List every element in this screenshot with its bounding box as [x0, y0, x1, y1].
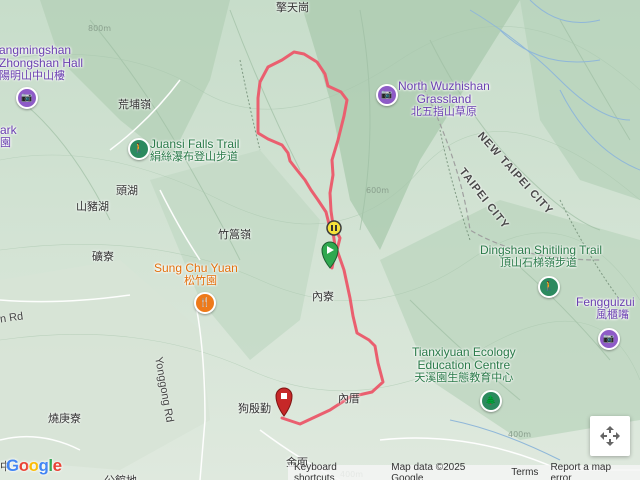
place-shaogengliao[interactable]: 燒庚寮: [48, 410, 81, 426]
poi-park-name-zh: 園: [0, 137, 11, 149]
elevation-label-800: 800m: [88, 24, 112, 33]
poi-juansi-name: Juansi Falls Trail: [150, 137, 240, 151]
poi-tianxiyuan-label[interactable]: Tianxiyuan Ecology Education Centre 天溪園生…: [412, 346, 516, 385]
poi-tianxiyuan-name1: Tianxiyuan Ecology: [412, 345, 516, 359]
poi-dingshan-label[interactable]: Dingshan Shitiling Trail 頂山石梯嶺步道: [480, 244, 602, 270]
poi-north-wuzhishan-name1: North Wuzhishan: [398, 79, 490, 93]
place-zhuhaoling[interactable]: 竹篙嶺: [218, 226, 251, 242]
logo-letter-o2: o: [28, 456, 39, 475]
camera-icon-fengguizui[interactable]: 📷: [598, 328, 620, 350]
hiker-icon[interactable]: 🚶: [128, 138, 150, 160]
fork-knife-icon[interactable]: 🍴: [194, 292, 216, 314]
place-gongguandi[interactable]: 公館地: [104, 472, 137, 480]
logo-letter-g: G: [6, 456, 19, 475]
fork-knife-glyph: 🍴: [199, 298, 211, 308]
poi-zhongshan-hall-name1: angmingshan: [0, 43, 72, 57]
report-error-link[interactable]: Report a map error: [544, 462, 640, 480]
terrain-layer: [0, 0, 640, 480]
hiker-icon-dingshan[interactable]: 🚶: [538, 276, 560, 298]
fullscreen-icon: [600, 426, 620, 446]
camera-icon[interactable]: 📷: [16, 87, 38, 109]
place-shanzhuhu[interactable]: 山豬湖: [76, 198, 109, 214]
place-gouyinqin[interactable]: 狗殷勤: [238, 400, 271, 416]
place-qingtiangang[interactable]: 擎天崗: [276, 0, 309, 15]
place-neiliao[interactable]: 內寮: [312, 288, 334, 304]
poi-sungchu-label[interactable]: Sung Chu Yuan 松竹園: [154, 262, 238, 288]
logo-letter-g2: g: [38, 456, 49, 475]
tree-icon[interactable]: 🌲: [480, 390, 502, 412]
logo-letter-e: e: [52, 456, 62, 475]
poi-dingshan-name-zh: 頂山石梯嶺步道: [500, 257, 577, 269]
google-logo: Google: [6, 456, 62, 476]
pause-marker: [326, 220, 342, 236]
camera-glyph-2: 📷: [381, 90, 393, 100]
poi-tianxiyuan-name-zh: 天溪園生態教育中心: [414, 372, 514, 384]
map-data-attribution: Map data ©2025 Google: [391, 461, 466, 480]
hiker-glyph: 🚶: [133, 144, 145, 154]
poi-tianxiyuan-name2: Education Centre: [417, 358, 511, 372]
poi-zhongshan-hall-name-zh: 陽明山中山樓: [0, 70, 65, 82]
poi-north-wuzhishan-name2: Grassland: [416, 92, 472, 106]
poi-north-wuzhishan-label[interactable]: North Wuzhishan Grassland 北五指山草原: [398, 80, 490, 119]
place-kuangliao[interactable]: 礦寮: [92, 248, 114, 264]
poi-park-label[interactable]: ark 園: [0, 124, 17, 150]
poi-fengguizui-label[interactable]: Fengguizui 風櫃嘴: [576, 296, 635, 322]
poi-sungchu-name-zh: 松竹園: [184, 275, 217, 287]
poi-zhongshan-hall-name2: Zhongshan Hall: [0, 56, 84, 70]
elevation-label-600: 600m: [366, 186, 390, 195]
place-neicuo[interactable]: 內厝: [338, 390, 360, 406]
poi-fengguizui-name-zh: 風櫃嘴: [596, 309, 629, 321]
keyboard-shortcuts-link[interactable]: Keyboard shortcuts: [288, 462, 385, 480]
elevation-label-400: 400m: [508, 430, 532, 439]
poi-dingshan-name: Dingshan Shitiling Trail: [480, 243, 603, 257]
terms-link[interactable]: Terms: [505, 467, 544, 478]
camera-glyph-3: 📷: [603, 334, 615, 344]
poi-north-wuzhishan-name-zh: 北五指山草原: [410, 106, 477, 118]
place-touhu[interactable]: 頭湖: [116, 182, 138, 198]
hiker-glyph-2: 🚶: [543, 282, 555, 292]
fullscreen-button[interactable]: [590, 416, 630, 456]
poi-juansi-name-zh: 絹絲瀑布登山步道: [150, 151, 238, 163]
poi-juansi-label[interactable]: Juansi Falls Trail 絹絲瀑布登山步道: [150, 138, 239, 164]
camera-glyph: 📷: [21, 93, 33, 103]
map-footer: Keyboard shortcuts Map data ©2025 Google…: [288, 461, 640, 480]
poi-sungchu-name: Sung Chu Yuan: [154, 261, 238, 275]
logo-letter-o1: o: [18, 456, 29, 475]
tree-glyph: 🌲: [485, 396, 497, 406]
place-huangpuling[interactable]: 荒埔嶺: [118, 96, 151, 112]
poi-park-name: ark: [0, 123, 17, 137]
poi-zhongshan-hall-label[interactable]: angmingshan Zhongshan Hall 陽明山中山樓: [0, 44, 83, 83]
poi-fengguizui-name: Fengguizui: [576, 295, 635, 309]
map-canvas[interactable]: 800m 600m 400m 400m 擎天崗 angmingshan Zhon…: [0, 0, 640, 480]
camera-icon-wuzhishan[interactable]: 📷: [376, 84, 398, 106]
